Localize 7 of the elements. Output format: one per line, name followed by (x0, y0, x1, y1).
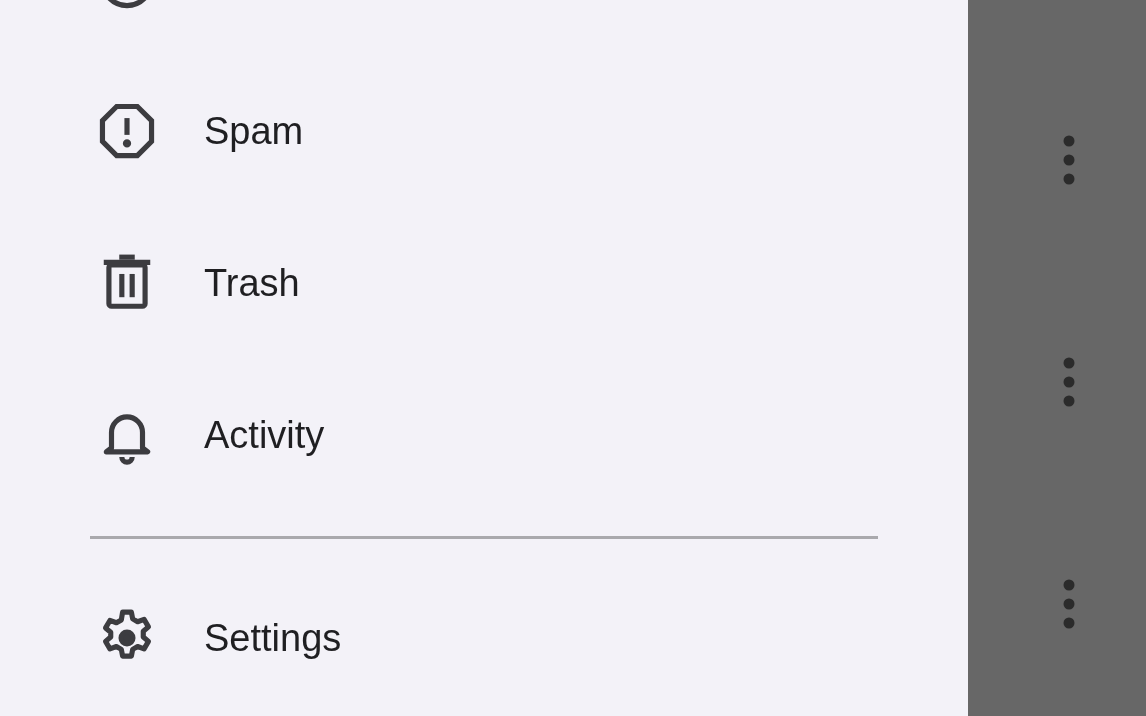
drawer-item[interactable]: Activity (0, 359, 968, 511)
more-icon[interactable] (1062, 579, 1076, 629)
drawer-item[interactable]: Trash (0, 207, 968, 359)
more-icon[interactable] (1062, 357, 1076, 407)
drawer-item[interactable]: Spam (0, 55, 968, 207)
drawer-item[interactable]: Settings (0, 562, 968, 714)
more-icon[interactable] (1062, 135, 1076, 185)
